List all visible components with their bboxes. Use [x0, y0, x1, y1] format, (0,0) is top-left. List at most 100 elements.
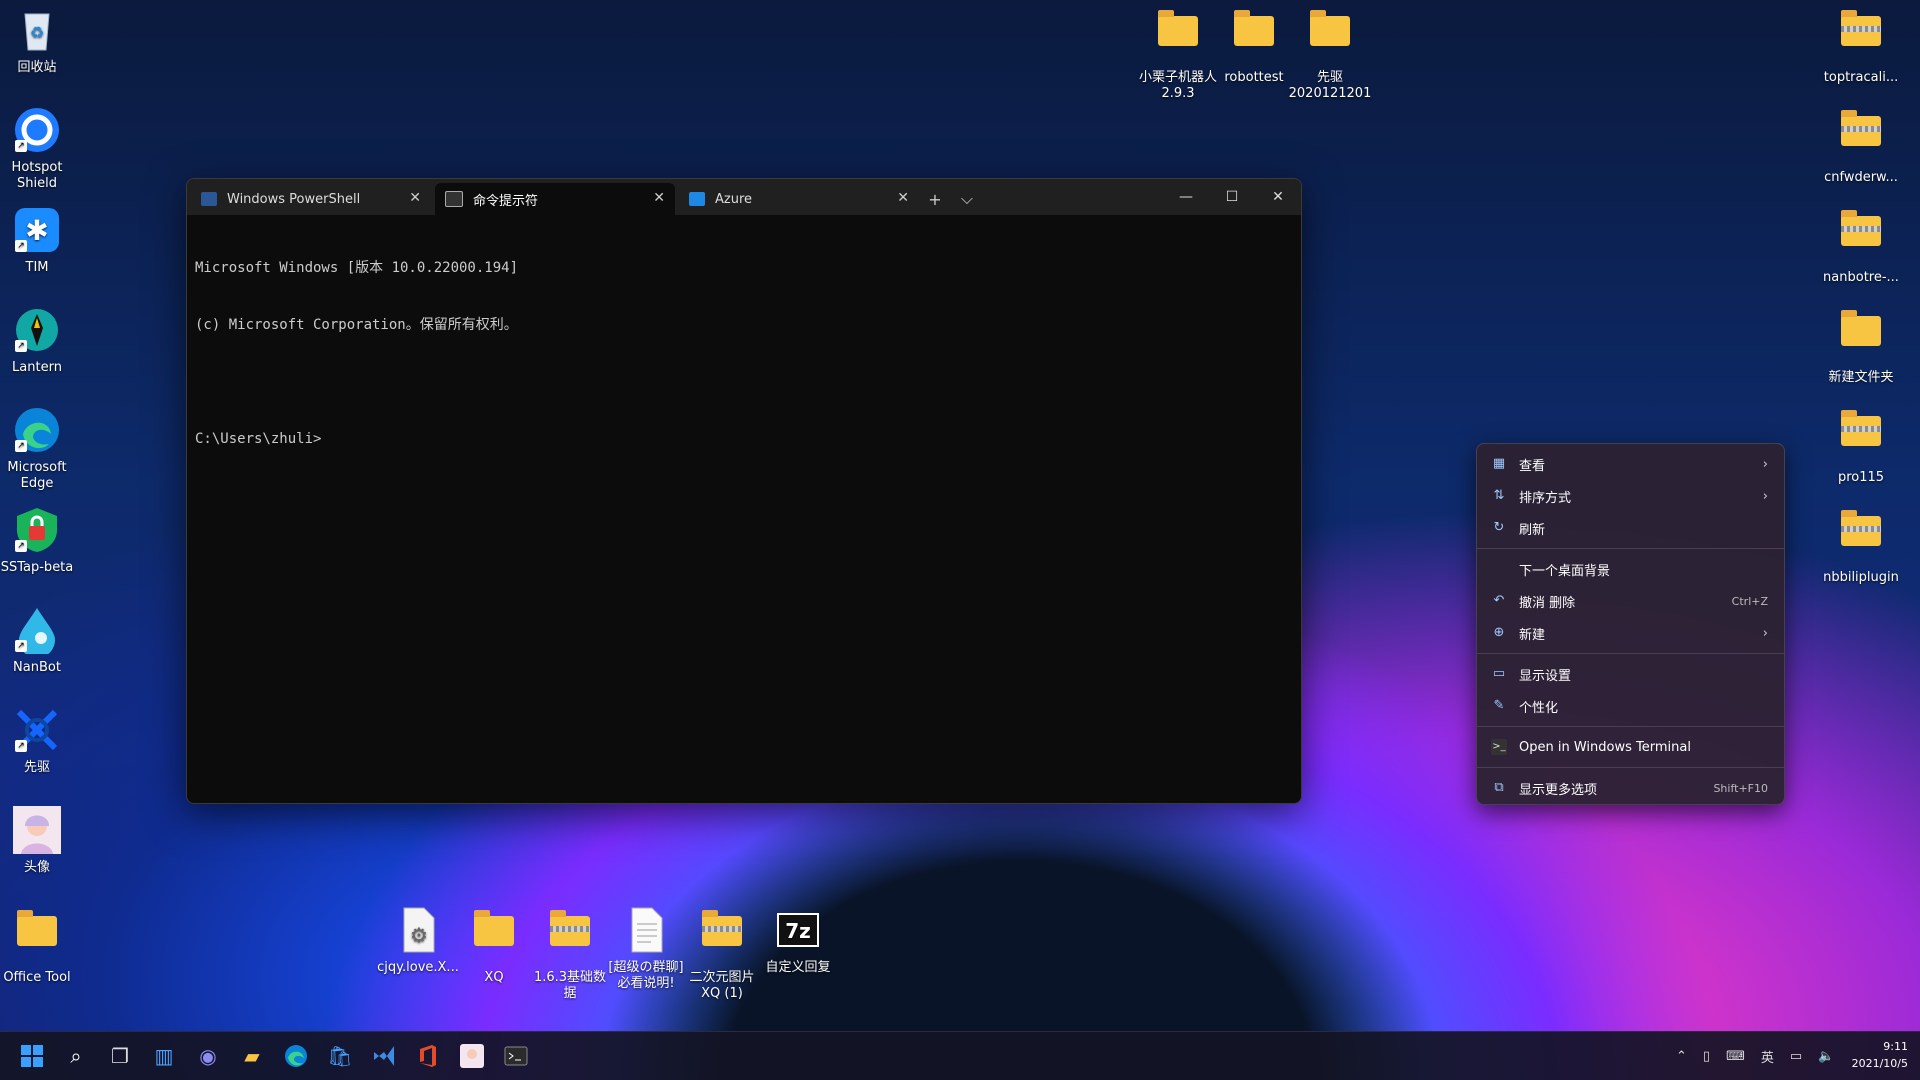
search-icon[interactable]: ⌕	[60, 1040, 92, 1072]
desktop-icon-zip[interactable]: toptracali...	[1816, 6, 1906, 86]
tab-label: Azure	[715, 191, 753, 207]
close-icon[interactable]: ✕	[409, 190, 421, 206]
icon-label: Lantern	[12, 360, 62, 375]
avatar-app-icon[interactable]	[456, 1040, 488, 1072]
desktop-icon-zip[interactable]: cnfwderw...	[1816, 106, 1906, 186]
icon-label: TIM	[25, 260, 49, 275]
input-language[interactable]: 英	[1761, 1047, 1774, 1066]
minimize-button[interactable]: —	[1163, 179, 1209, 215]
chevron-up-icon[interactable]: ⌃	[1676, 1049, 1687, 1064]
console-line: (c) Microsoft Corporation。保留所有权利。	[195, 317, 518, 333]
menu-separator	[1477, 726, 1784, 727]
desktop-icon-nanbot[interactable]: ↗ NanBot	[0, 606, 82, 676]
widgets-icon[interactable]: ▥	[148, 1040, 180, 1072]
chevron-down-icon[interactable]: ⌵	[951, 183, 983, 215]
file-explorer-icon[interactable]: ▰	[236, 1040, 268, 1072]
desktop-icon-edge[interactable]: ↗ Microsoft Edge	[0, 406, 82, 492]
terminal-taskbar-icon[interactable]	[500, 1040, 532, 1072]
window-controls: — ☐ ✕	[1163, 179, 1301, 215]
close-icon[interactable]: ✕	[653, 190, 665, 206]
icon-label: 自定义回复	[765, 960, 831, 975]
close-icon[interactable]: ✕	[897, 190, 909, 206]
desktop-icon-office-tool[interactable]: Office Tool	[0, 906, 82, 986]
store-icon[interactable]: 🛍	[324, 1040, 356, 1072]
icon-label: NanBot	[13, 660, 61, 675]
menu-item-more-options[interactable]: ⧉ 显示更多选项 Shift+F10	[1477, 772, 1784, 804]
menu-item-view[interactable]: ▦ 查看 ›	[1477, 448, 1784, 480]
new-tab-button[interactable]: +	[919, 183, 951, 215]
task-view-icon[interactable]: ❐	[104, 1040, 136, 1072]
menu-separator	[1477, 767, 1784, 768]
menu-item-next-background[interactable]: 下一个桌面背景	[1477, 553, 1784, 585]
powershell-icon	[201, 192, 217, 206]
desktop-icon-hotspot-shield[interactable]: ↗ Hotspot Shield	[0, 106, 82, 192]
desktop-icon-zip[interactable]: nbbiliplugin	[1816, 506, 1906, 586]
desktop-icon-xianqu[interactable]: ↗ 先驱	[0, 706, 82, 776]
desktop-icon-7zip[interactable]: 7z 自定义回复	[753, 906, 843, 976]
tab-cmd[interactable]: 命令提示符 ✕	[435, 183, 675, 215]
desktop-icon-tim[interactable]: ✱ ↗ TIM	[0, 206, 82, 276]
menu-item-refresh[interactable]: ↻ 刷新	[1477, 512, 1784, 544]
terminal-titlebar[interactable]: Windows PowerShell ✕ 命令提示符 ✕ Azure ✕ + ⌵…	[187, 179, 1301, 215]
shortcut-arrow-icon: ↗	[15, 540, 27, 552]
text-file-icon	[622, 906, 670, 954]
nanbot-icon: ↗	[13, 606, 61, 658]
edge-icon: ↗	[13, 406, 61, 454]
network-icon[interactable]: ▭	[1790, 1049, 1802, 1064]
menu-item-label: 下一个桌面背景	[1519, 563, 1611, 579]
keyboard-icon[interactable]: ⌨	[1726, 1049, 1745, 1064]
menu-item-undo-delete[interactable]: ↶ 撤消 删除 Ctrl+Z	[1477, 585, 1784, 617]
terminal-icon: >_	[1491, 739, 1507, 755]
volume-icon[interactable]: 🔈	[1818, 1049, 1834, 1064]
desktop-icon-folder[interactable]: 先驱 2020121201	[1285, 6, 1375, 102]
zip-folder-icon	[698, 910, 746, 964]
folder-icon	[470, 910, 518, 964]
desktop-icon-folder[interactable]: 新建文件夹	[1816, 306, 1906, 386]
refresh-icon: ↻	[1493, 520, 1505, 535]
desktop-icon-lantern[interactable]: ↗ Lantern	[0, 306, 82, 376]
menu-item-new[interactable]: ⊕ 新建 ›	[1477, 617, 1784, 649]
menu-item-personalize[interactable]: ✎ 个性化	[1477, 690, 1784, 722]
zip-folder-icon	[546, 910, 594, 964]
menu-item-display-settings[interactable]: ▭ 显示设置	[1477, 658, 1784, 690]
menu-item-label: Open in Windows Terminal	[1519, 739, 1691, 755]
tab-azure[interactable]: Azure ✕	[679, 183, 919, 215]
zip-folder-icon	[1837, 110, 1885, 164]
desktop-icon-zip[interactable]: pro115	[1816, 406, 1906, 486]
avatar-image-icon	[13, 806, 61, 854]
icon-label: pro115	[1837, 470, 1885, 485]
tab-powershell[interactable]: Windows PowerShell ✕	[191, 183, 431, 215]
menu-item-open-terminal[interactable]: >_ Open in Windows Terminal	[1477, 731, 1784, 763]
desktop-icon-recycle-bin[interactable]: ♻ 回收站	[0, 6, 82, 76]
cmd-icon	[445, 191, 463, 207]
console-line: Microsoft Windows [版本 10.0.22000.194]	[195, 260, 519, 276]
desktop-icon-zip[interactable]: nanbotre-...	[1816, 206, 1906, 286]
close-button[interactable]: ✕	[1255, 179, 1301, 215]
desktop-icon-sstap[interactable]: ↗ SSTap-beta	[0, 506, 82, 576]
console-output[interactable]: Microsoft Windows [版本 10.0.22000.194] (c…	[187, 215, 1301, 493]
desktop-icon-avatar[interactable]: 头像	[0, 806, 82, 876]
start-button[interactable]	[16, 1040, 48, 1072]
icon-label: Microsoft Edge	[7, 460, 67, 491]
chevron-right-icon: ›	[1762, 625, 1768, 641]
usb-icon[interactable]: ▯	[1703, 1049, 1710, 1064]
maximize-button[interactable]: ☐	[1209, 179, 1255, 215]
clock-date: 2021/10/5	[1851, 1057, 1908, 1070]
folder-icon	[1837, 310, 1885, 364]
brush-icon: ✎	[1493, 698, 1505, 713]
office-icon[interactable]	[412, 1040, 444, 1072]
terminal-window[interactable]: Windows PowerShell ✕ 命令提示符 ✕ Azure ✕ + ⌵…	[186, 178, 1302, 804]
plus-circle-icon: ⊕	[1493, 625, 1505, 640]
chat-icon[interactable]: ◉	[192, 1040, 224, 1072]
shortcut-arrow-icon: ↗	[15, 640, 27, 652]
edge-taskbar-icon[interactable]	[280, 1040, 312, 1072]
recycle-bin-icon: ♻	[13, 6, 61, 54]
clock-time: 9:11	[1883, 1040, 1908, 1053]
settings-file-icon: ⚙	[394, 906, 442, 954]
visual-studio-icon[interactable]	[368, 1040, 400, 1072]
clock[interactable]: 9:11 2021/10/5	[1852, 1038, 1908, 1072]
menu-item-sort[interactable]: ⇅ 排序方式 ›	[1477, 480, 1784, 512]
grid-icon: ▦	[1492, 456, 1506, 471]
menu-item-label: 显示更多选项	[1519, 782, 1598, 798]
